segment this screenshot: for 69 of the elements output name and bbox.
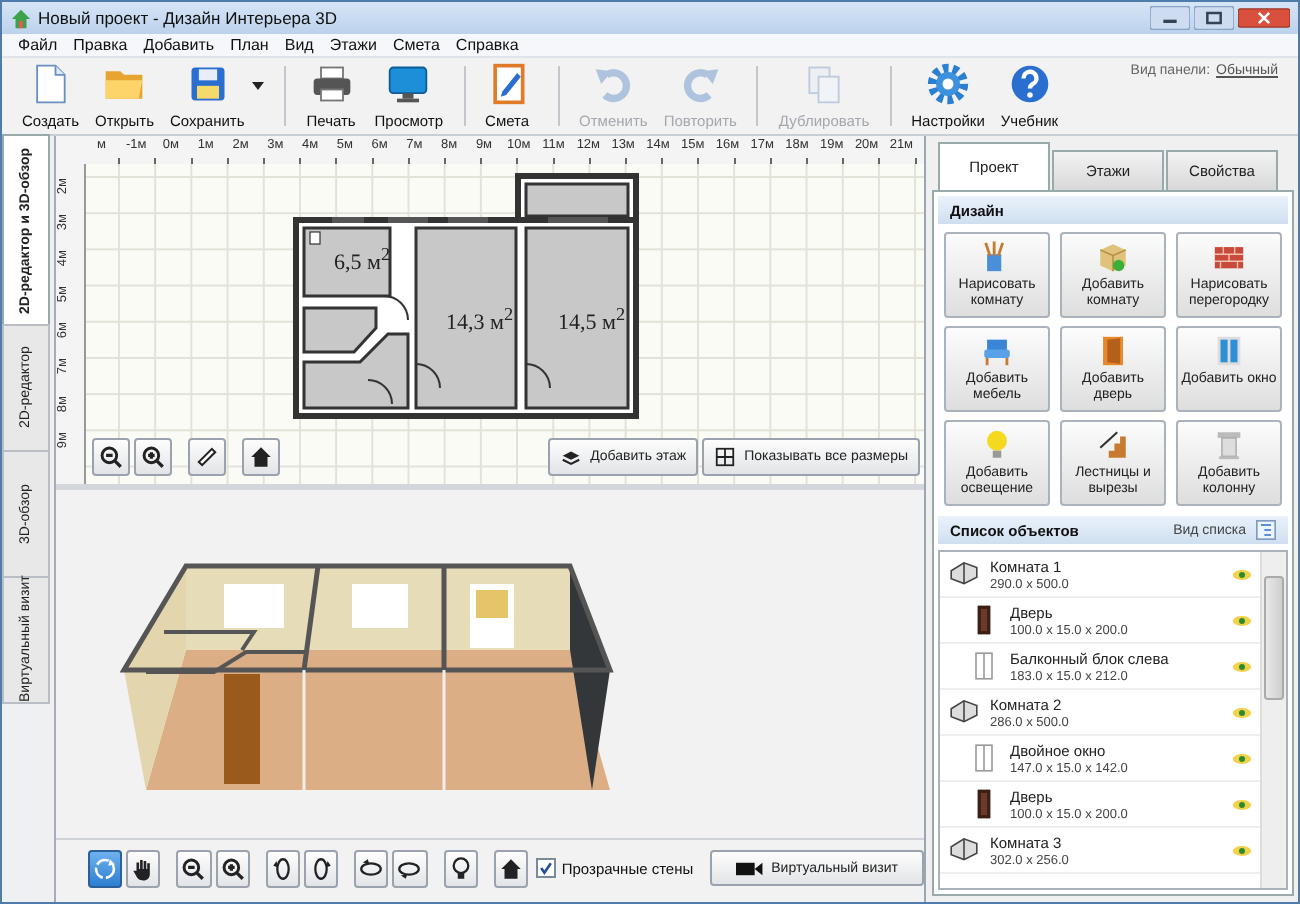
- eye-icon[interactable]: [1232, 659, 1252, 673]
- view-tool-button[interactable]: [392, 849, 427, 887]
- zoom-in-icon: [140, 444, 166, 470]
- zoom-in-icon: [219, 855, 246, 881]
- close-icon[interactable]: [1238, 6, 1290, 30]
- video-camera-icon: [735, 859, 764, 877]
- rotate-360-icon: [92, 855, 119, 881]
- view-tool-button[interactable]: [443, 849, 478, 887]
- room-area-label: 6,5 м$^{2}$: [334, 244, 391, 276]
- eye-icon[interactable]: [1232, 797, 1252, 811]
- zoom-out-button[interactable]: [92, 438, 130, 476]
- menu-item[interactable]: Этажи: [329, 36, 377, 54]
- room-icon: [948, 834, 980, 866]
- home-icon: [497, 855, 524, 881]
- scrollbar[interactable]: [1260, 552, 1286, 888]
- house-icon: [10, 7, 32, 29]
- list-view-icon[interactable]: [1256, 520, 1276, 540]
- settings-icon: [926, 62, 971, 106]
- view-tool-button[interactable]: [303, 849, 339, 887]
- view-tool-button[interactable]: [493, 849, 528, 887]
- rotate-left-icon: [269, 855, 296, 881]
- room-area-label: 14,3 м$^{2}$: [446, 304, 514, 336]
- scrollbar-thumb[interactable]: [1264, 576, 1284, 700]
- menu-item[interactable]: Вид: [284, 36, 314, 54]
- measure-button[interactable]: [188, 438, 226, 476]
- zoom-out-icon: [180, 855, 207, 881]
- eye-icon[interactable]: [1232, 751, 1252, 765]
- zoom-in-button[interactable]: [134, 438, 172, 476]
- home-button[interactable]: [242, 438, 280, 476]
- armchair-icon: [980, 334, 1014, 368]
- eye-icon[interactable]: [1232, 843, 1252, 857]
- view-tool-button[interactable]: [354, 849, 389, 887]
- menu-item[interactable]: Справка: [455, 36, 519, 54]
- checkbox[interactable]: [535, 858, 556, 878]
- room-icon: [948, 696, 980, 728]
- eye-icon[interactable]: [1232, 705, 1252, 719]
- layers-icon: [560, 446, 583, 468]
- menu-item[interactable]: Добавить: [143, 36, 215, 54]
- light-bulb-icon: [447, 855, 474, 881]
- stairs-icon: [1096, 428, 1130, 462]
- menu-item[interactable]: План: [230, 36, 269, 54]
- minimize-icon[interactable]: [1150, 6, 1190, 30]
- eye-icon[interactable]: [1232, 613, 1252, 627]
- eye-icon[interactable]: [1232, 567, 1252, 581]
- monitor-icon: [386, 62, 431, 106]
- view-tool-button[interactable]: [265, 849, 300, 887]
- rotate-right-icon: [308, 855, 335, 881]
- menu-item[interactable]: Смета: [392, 36, 440, 54]
- home-icon: [248, 444, 274, 470]
- column-icon: [1212, 428, 1246, 462]
- box-icon: [1096, 240, 1130, 274]
- maximize-icon[interactable]: [1194, 6, 1234, 30]
- tilt-up-icon: [358, 855, 385, 881]
- view-tool-button[interactable]: [176, 849, 212, 887]
- room-area-label: 14,5 м$^{2}$: [558, 304, 626, 336]
- view-tool-button[interactable]: [88, 849, 123, 887]
- caret-icon: [252, 82, 265, 90]
- menu-item[interactable]: Правка: [73, 36, 128, 54]
- grid-icon: [714, 446, 737, 468]
- printer-icon: [309, 62, 354, 106]
- zoom-out-icon: [98, 444, 124, 470]
- window-icon: [1212, 334, 1246, 368]
- window-title: Новый проект - Дизайн Интерьера 3D: [38, 8, 337, 28]
- help-icon: [1007, 62, 1052, 106]
- room-icon: [948, 558, 980, 590]
- view-tool-button[interactable]: [126, 849, 161, 887]
- menu-item[interactable]: Файл: [18, 36, 58, 54]
- ruler-icon: [194, 444, 220, 470]
- view-tool-button[interactable]: [215, 849, 250, 887]
